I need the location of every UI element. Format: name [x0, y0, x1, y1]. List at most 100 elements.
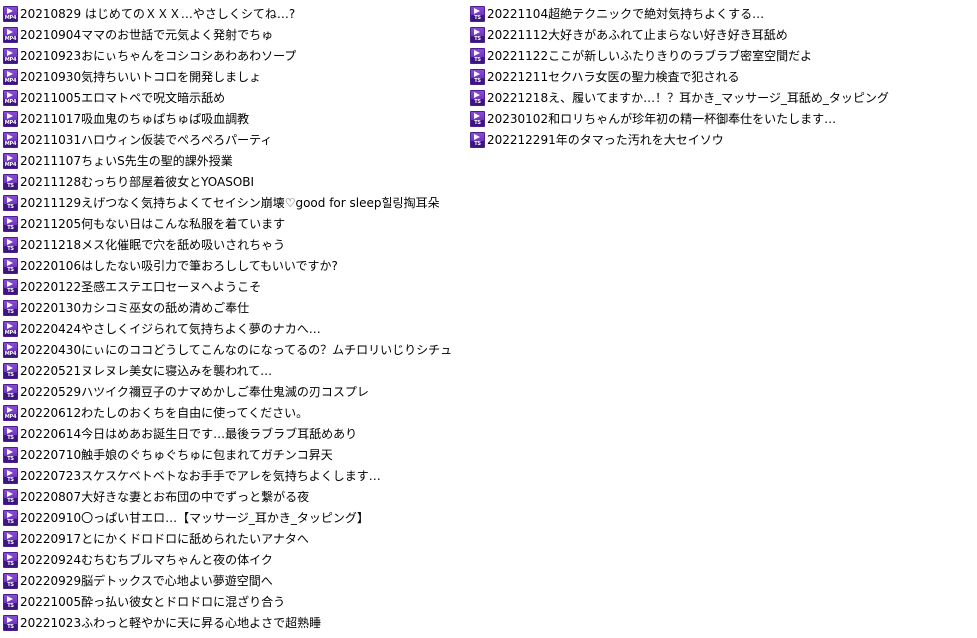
file-type-tag: TS — [4, 476, 17, 483]
file-type-tag: MP4 — [4, 77, 17, 84]
file-item[interactable]: MP4 20220612わたしのおくちを自由に使ってください。 — [3, 402, 463, 423]
file-name-label: 20211017吸血鬼のちゅぱちゅぱ吸血調教 — [20, 111, 250, 126]
file-type-tag: MP4 — [4, 350, 17, 357]
file-item[interactable]: TS 20221005酔っ払い彼女とドロドロに混ざり合う — [3, 591, 463, 612]
play-triangle-icon — [7, 322, 13, 329]
file-item[interactable]: MP4 20210829 はじめてのＸＸＸ…やさしくシてね…? — [3, 3, 463, 24]
file-type-tag: MP4 — [4, 56, 17, 63]
file-name-label: 20220910〇っぱい甘エロ…【マッサージ_耳かき_タッピング】 — [20, 510, 369, 525]
file-item[interactable]: MP4 20211107ちょいS先生の聖的課外授業 — [3, 150, 463, 171]
file-item[interactable]: TS 20220929脳デトックスで心地よい夢遊空間へ — [3, 570, 463, 591]
file-name-label: 20220917とにかくドロドロに舐められたいアナタへ — [20, 531, 309, 546]
ts-video-icon: TS — [3, 572, 18, 589]
file-item[interactable]: TS 20221122ここが新しいふたりきりのラブラブ密室空間だよ — [470, 45, 975, 66]
file-name-label: 20220723スケスケベトベトなお手手でアレを気持ちよくします… — [20, 468, 381, 483]
file-item[interactable]: TS 20221218え、履いてますか…！？耳かき_マッサージ_耳舐め_タッピング — [470, 87, 975, 108]
file-item[interactable]: MP4 20211031ハロウィン仮装でぺろぺろパーティ — [3, 129, 463, 150]
file-list-view: MP4 20210829 はじめてのＸＸＸ…やさしくシてね…? MP4 2021090… — [0, 0, 977, 638]
play-triangle-icon — [7, 595, 13, 602]
file-type-tag: TS — [4, 455, 17, 462]
mp4-video-icon: MP4 — [3, 5, 18, 22]
file-name-label: 20220710触手娘のぐちゅぐちゅに包まれてガチンコ昇天 — [20, 447, 333, 462]
play-triangle-icon — [7, 70, 13, 77]
play-triangle-icon — [474, 91, 480, 98]
ts-video-icon: TS — [470, 110, 485, 127]
ts-video-icon: TS — [3, 593, 18, 610]
file-name-label: 20211129えげつなく気持ちよくてセイシン崩壊♡good for sleep… — [20, 195, 440, 210]
file-item[interactable]: MP4 20211017吸血鬼のちゅぱちゅぱ吸血調教 — [3, 108, 463, 129]
ts-video-icon: TS — [3, 425, 18, 442]
play-triangle-icon — [7, 511, 13, 518]
file-type-tag: TS — [4, 224, 17, 231]
file-name-label: 20220521ヌレヌレ美女に寝込みを襲われて… — [20, 363, 273, 378]
mp4-video-icon: MP4 — [3, 341, 18, 358]
file-item[interactable]: TS 20221211セクハラ女医の聖力検査で犯される — [470, 66, 975, 87]
file-item[interactable]: TS 20220723スケスケベトベトなお手手でアレを気持ちよくします… — [3, 465, 463, 486]
file-type-tag: MP4 — [4, 119, 17, 126]
play-triangle-icon — [7, 448, 13, 455]
play-triangle-icon — [474, 112, 480, 119]
play-triangle-icon — [7, 532, 13, 539]
file-item[interactable]: TS 20221112大好きがあふれて止まらない好き好き耳舐め — [470, 24, 975, 45]
file-item[interactable]: TS 20211205何もない日はこんな私服を着ています — [3, 213, 463, 234]
file-item[interactable]: MP4 20211005エロマトペで呪文暗示舐め — [3, 87, 463, 108]
file-name-label: 20211205何もない日はこんな私服を着ています — [20, 216, 286, 231]
file-name-label: 20220807大好きな妻とお布団の中でずっと繋がる夜 — [20, 489, 310, 504]
play-triangle-icon — [474, 70, 480, 77]
mp4-video-icon: MP4 — [3, 404, 18, 421]
file-name-label: 20210829 はじめてのＸＸＸ…やさしくシてね…? — [20, 6, 296, 21]
file-item[interactable]: MP4 20220430にぃにのココどうしてこんなのになってるの？ムチロリいじりシ… — [3, 339, 463, 360]
file-type-tag: TS — [4, 602, 17, 609]
file-name-label: 20220929脳デトックスで心地よい夢遊空間へ — [20, 573, 273, 588]
ts-video-icon: TS — [3, 383, 18, 400]
file-item[interactable]: TS 20220529ハツイク禰豆子のナマめかしご奉仕鬼滅の刃コスプレ — [3, 381, 463, 402]
mp4-video-icon: MP4 — [3, 26, 18, 43]
file-name-label: 20210930気持ちいいトコロを開発しましょ — [20, 69, 262, 84]
file-type-tag: MP4 — [4, 413, 17, 420]
file-item[interactable]: MP4 20210930気持ちいいトコロを開発しましょ — [3, 66, 463, 87]
file-name-label: 20221122ここが新しいふたりきりのラブラブ密室空間だよ — [487, 48, 813, 63]
file-item[interactable]: TS 20211129えげつなく気持ちよくてセイシン崩壊♡good for sle… — [3, 192, 463, 213]
play-triangle-icon — [7, 574, 13, 581]
file-item[interactable]: TS 202212291年のタマった汚れを大セイソウ — [470, 129, 975, 150]
file-item[interactable]: TS 20220130カシコミ巫女の舐め清めご奉仕 — [3, 297, 463, 318]
play-triangle-icon — [7, 259, 13, 266]
file-item[interactable]: TS 20230102和ロリちゃんが珍年初の精一杯御奉仕をいたします… — [470, 108, 975, 129]
file-item[interactable]: MP4 20210923おにぃちゃんをコシコシあわあわソープ — [3, 45, 463, 66]
ts-video-icon: TS — [3, 530, 18, 547]
file-item[interactable]: MP4 20210904ママのお世話で元気よく発射でちゅ — [3, 24, 463, 45]
file-item[interactable]: TS 20221104超絶テクニックで絶対気持ちよくする… — [470, 3, 975, 24]
file-item[interactable]: MP4 20220424やさしくイジられて気持ちよく夢のナカへ… — [3, 318, 463, 339]
ts-video-icon: TS — [470, 68, 485, 85]
file-type-tag: TS — [4, 518, 17, 525]
play-triangle-icon — [474, 28, 480, 35]
play-triangle-icon — [7, 427, 13, 434]
file-type-tag: TS — [4, 371, 17, 378]
file-item[interactable]: TS 20211128むっちり部屋着彼女とYOASOBI — [3, 171, 463, 192]
play-triangle-icon — [7, 49, 13, 56]
file-item[interactable]: TS 20220122圣感エステエ口セーヌへようこそ — [3, 276, 463, 297]
file-type-tag: TS — [471, 98, 484, 105]
play-triangle-icon — [7, 385, 13, 392]
play-triangle-icon — [7, 406, 13, 413]
file-item[interactable]: TS 20221023ふわっと軽やかに天に昇る心地よさで超熟睡 — [3, 612, 463, 633]
ts-video-icon: TS — [3, 488, 18, 505]
file-item[interactable]: TS 20220614今日はめあお誕生日です…最後ラブラブ耳舐めあり — [3, 423, 463, 444]
ts-video-icon: TS — [3, 551, 18, 568]
file-item[interactable]: TS 20211218メス化催眠で穴を舐め吸いされちゃう — [3, 234, 463, 255]
file-item[interactable]: TS 20220106はしたない吸引力で筆おろししてもいいですか? — [3, 255, 463, 276]
ts-video-icon: TS — [3, 614, 18, 631]
file-item[interactable]: TS 20220807大好きな妻とお布団の中でずっと繋がる夜 — [3, 486, 463, 507]
file-item[interactable]: TS 20220710触手娘のぐちゅぐちゅに包まれてガチンコ昇天 — [3, 444, 463, 465]
file-name-label: 20210923おにぃちゃんをコシコシあわあわソープ — [20, 48, 297, 63]
play-triangle-icon — [7, 469, 13, 476]
file-type-tag: MP4 — [4, 98, 17, 105]
file-item[interactable]: TS 20220924むちむちブルマちゃんと夜の体イク — [3, 549, 463, 570]
file-type-tag: TS — [471, 140, 484, 147]
file-item[interactable]: TS 20220521ヌレヌレ美女に寝込みを襲われて… — [3, 360, 463, 381]
play-triangle-icon — [7, 238, 13, 245]
file-item[interactable]: TS 20220917とにかくドロドロに舐められたいアナタへ — [3, 528, 463, 549]
file-item[interactable]: TS 20220910〇っぱい甘エロ…【マッサージ_耳かき_タッピング】 — [3, 507, 463, 528]
file-type-tag: TS — [471, 35, 484, 42]
play-triangle-icon — [7, 490, 13, 497]
